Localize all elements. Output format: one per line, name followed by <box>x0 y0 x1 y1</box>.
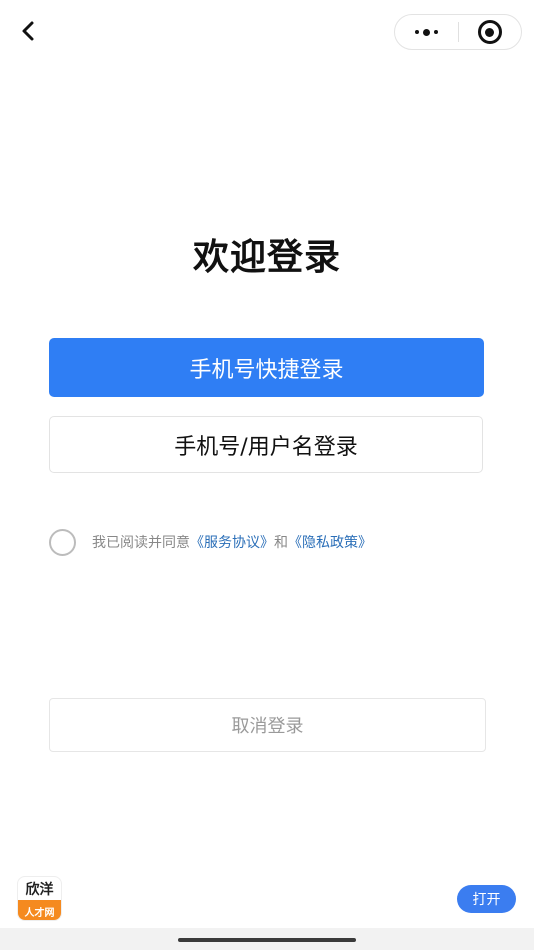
more-dots-icon <box>414 28 438 36</box>
home-indicator <box>178 938 356 942</box>
agreement-prefix: 我已阅读并同意 <box>92 535 190 551</box>
mini-program-capsule <box>394 14 522 50</box>
logo-top-text: 欣洋 <box>25 881 54 898</box>
target-close-icon <box>477 20 502 44</box>
back-button[interactable] <box>14 16 42 46</box>
agreement-checkbox[interactable] <box>49 528 76 556</box>
open-app-button[interactable]: 打开 <box>457 885 516 913</box>
quick-login-button[interactable]: 手机号快捷登录 <box>49 338 484 397</box>
account-login-button[interactable]: 手机号/用户名登录 <box>49 416 483 473</box>
page-title: 欢迎登录 <box>192 237 341 278</box>
service-agreement-link[interactable]: 《服务协议》 <box>190 532 274 552</box>
more-button[interactable] <box>395 15 458 49</box>
close-mini-program-button[interactable] <box>459 15 522 49</box>
privacy-policy-link[interactable]: 《隐私政策》 <box>288 532 372 552</box>
chevron-left-icon <box>22 21 34 41</box>
agreement-and: 和 <box>274 535 288 551</box>
cancel-login-button[interactable]: 取消登录 <box>49 698 486 752</box>
agreement-row: 我已阅读并同意 《服务协议》 和 《隐私政策》 <box>49 528 372 556</box>
logo-bottom-text: 人才网 <box>18 900 61 920</box>
app-logo[interactable]: 欣洋 人才网 <box>17 876 62 921</box>
